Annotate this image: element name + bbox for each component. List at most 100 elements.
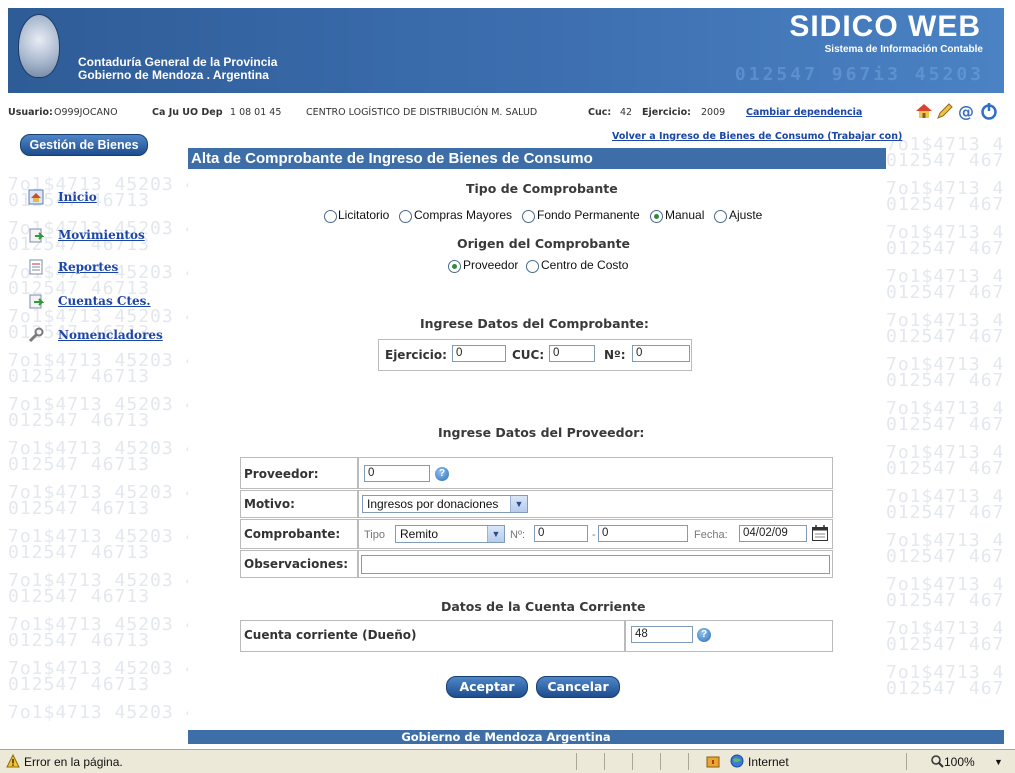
globe-icon <box>730 754 744 768</box>
dep-label: Ca Ju UO Dep <box>152 107 223 118</box>
motivo-select[interactable]: Ingresos por donaciones ▼ <box>362 495 528 513</box>
ejercicio-value: 2009 <box>701 107 726 118</box>
footer-text: Gobierno de Mendoza Argentina <box>401 730 611 744</box>
power-icon[interactable] <box>980 102 998 120</box>
watermark-background: 7o1$4713 45203 4 012547 46713 7o1$4713 4… <box>8 170 188 730</box>
radio-licitatorio[interactable] <box>324 210 337 223</box>
calendar-icon[interactable] <box>811 524 829 542</box>
watermark-text: 012547 46713 <box>886 458 1004 479</box>
nro-input-2[interactable]: 0 <box>598 525 688 542</box>
observaciones-label: Observaciones: <box>244 557 349 571</box>
movements-icon <box>28 227 45 243</box>
pencil-icon[interactable] <box>936 102 954 120</box>
watermark-text: 012547 46713 <box>886 238 1004 259</box>
tipo-small-label: Tipo <box>364 529 385 541</box>
province-seal-logo <box>18 14 60 78</box>
watermark-text: 012547 46713 <box>8 366 151 387</box>
page-title: Alta de Comprobante de Ingreso de Bienes… <box>188 148 886 169</box>
radio-label: Licitatorio <box>338 208 390 222</box>
dash-separator: - <box>592 529 596 541</box>
motivo-label: Motivo: <box>244 497 295 511</box>
watermark-text: 012547 46713 <box>886 282 1004 303</box>
status-error-text[interactable]: Error en la página. <box>24 755 123 769</box>
watermark-text: 012547 46713 <box>886 590 1004 611</box>
ejercicio-label: Ejercicio: <box>385 348 447 362</box>
dep-value: 1 08 01 45 <box>230 107 282 118</box>
watermark-text: 012547 46713 <box>886 194 1004 215</box>
radio-label: Centro de Costo <box>541 258 629 272</box>
cuenta-corriente-label: Cuenta corriente (Dueño) <box>244 628 417 642</box>
email-icon[interactable]: @ <box>957 102 975 121</box>
proveedor-label: Proveedor: <box>244 467 319 481</box>
accounts-icon <box>28 293 45 309</box>
motivo-selected-value: Ingresos por donaciones <box>367 497 499 511</box>
origen-comprobante-title: Origen del Comprobante <box>457 236 631 251</box>
radio-label: Manual <box>665 208 705 222</box>
cuc-label: Cuc: <box>588 107 612 118</box>
org-line-1: Contaduría General de la Provincia <box>78 55 278 69</box>
tipo-select[interactable]: Remito ▼ <box>395 525 505 543</box>
zoom-level[interactable]: 100% <box>944 755 975 769</box>
watermark-text: 012547 46713 <box>8 630 151 651</box>
usuario-value: O999JOCANO <box>54 107 118 118</box>
radio-ajuste[interactable] <box>714 210 727 223</box>
datos-proveedor-title: Ingrese Datos del Proveedor: <box>438 425 645 440</box>
watermark-text: 012547 46713 <box>8 542 151 563</box>
radio-manual[interactable] <box>650 210 663 223</box>
brand-subtitle: Sistema de Información Contable <box>824 44 983 55</box>
header-decoration: 012547 967i3 45203 <box>734 64 984 85</box>
sidebar-item-label: Inicio <box>58 190 97 204</box>
cambiar-dependencia-link[interactable]: Cambiar dependencia <box>746 107 862 118</box>
watermark-text: 012547 46713 <box>886 326 1004 347</box>
brand-logo: SIDICO WEB <box>789 10 981 43</box>
watermark-text: 012547 46713 <box>886 370 1004 391</box>
numero-input[interactable]: 0 <box>632 345 690 362</box>
help-icon[interactable]: ? <box>697 628 711 642</box>
watermark-text: 012547 46713 <box>8 498 151 519</box>
sidebar-item-label: Nomencladores <box>58 328 163 342</box>
radio-fondo-permanente[interactable] <box>522 210 535 223</box>
user-info-bar: Usuario: O999JOCANO Ca Ju UO Dep 1 08 01… <box>8 98 1004 124</box>
zone-text: Internet <box>748 755 789 769</box>
observaciones-input[interactable] <box>361 555 830 574</box>
help-icon[interactable]: ? <box>435 467 449 481</box>
home-icon[interactable] <box>915 102 933 120</box>
watermark-text: 012547 46713 <box>886 502 1004 523</box>
radio-compras-mayores[interactable] <box>399 210 412 223</box>
radio-label: Fondo Permanente <box>537 208 640 222</box>
home-icon <box>28 189 44 205</box>
sidebar-item-label: Movimientos <box>58 228 145 242</box>
watermark-text: 012547 46713 <box>8 410 151 431</box>
watermark-text: 012547 46713 <box>8 674 151 695</box>
ejercicio-input[interactable]: 0 <box>452 345 506 362</box>
watermark-text: 012547 46713 <box>886 678 1004 699</box>
aceptar-button[interactable]: Aceptar <box>446 676 528 698</box>
zoom-icon[interactable] <box>930 754 944 768</box>
zoom-dropdown-icon[interactable]: ▼ <box>994 757 1003 767</box>
tipo-selected-value: Remito <box>400 527 439 541</box>
svg-text:@: @ <box>958 102 974 120</box>
gestion-de-bienes-button[interactable]: Gestión de Bienes <box>20 134 148 156</box>
cuc-value: 42 <box>620 107 633 118</box>
warning-icon[interactable] <box>6 753 20 768</box>
nro-input-1[interactable]: 0 <box>534 525 588 542</box>
reports-icon <box>28 259 44 275</box>
numero-label: Nº: <box>604 348 626 362</box>
datos-comprobante-title: Ingrese Datos del Comprobante: <box>420 316 649 331</box>
cuc-input[interactable]: 0 <box>549 345 595 362</box>
radio-centro-de-costo[interactable] <box>526 260 539 273</box>
radio-label: Proveedor <box>463 258 519 272</box>
radio-proveedor[interactable] <box>448 260 461 273</box>
fecha-input[interactable]: 04/02/09 <box>739 525 807 542</box>
cancelar-button[interactable]: Cancelar <box>536 676 620 698</box>
cuenta-corriente-input[interactable]: 48 <box>631 626 693 643</box>
proveedor-input[interactable]: 0 <box>364 465 430 482</box>
sidebar-item-label: Reportes <box>58 260 119 274</box>
watermark-text: 012547 46713 <box>8 586 151 607</box>
radio-label: Ajuste <box>729 208 763 222</box>
wrench-icon <box>28 327 44 343</box>
usuario-label: Usuario: <box>8 107 53 118</box>
volver-link[interactable]: Volver a Ingreso de Bienes de Consumo (T… <box>612 131 902 142</box>
dep-name: CENTRO LOGÍSTICO DE DISTRIBUCIÓN M. SALU… <box>306 107 538 118</box>
comprobante-label: Comprobante: <box>244 527 341 541</box>
